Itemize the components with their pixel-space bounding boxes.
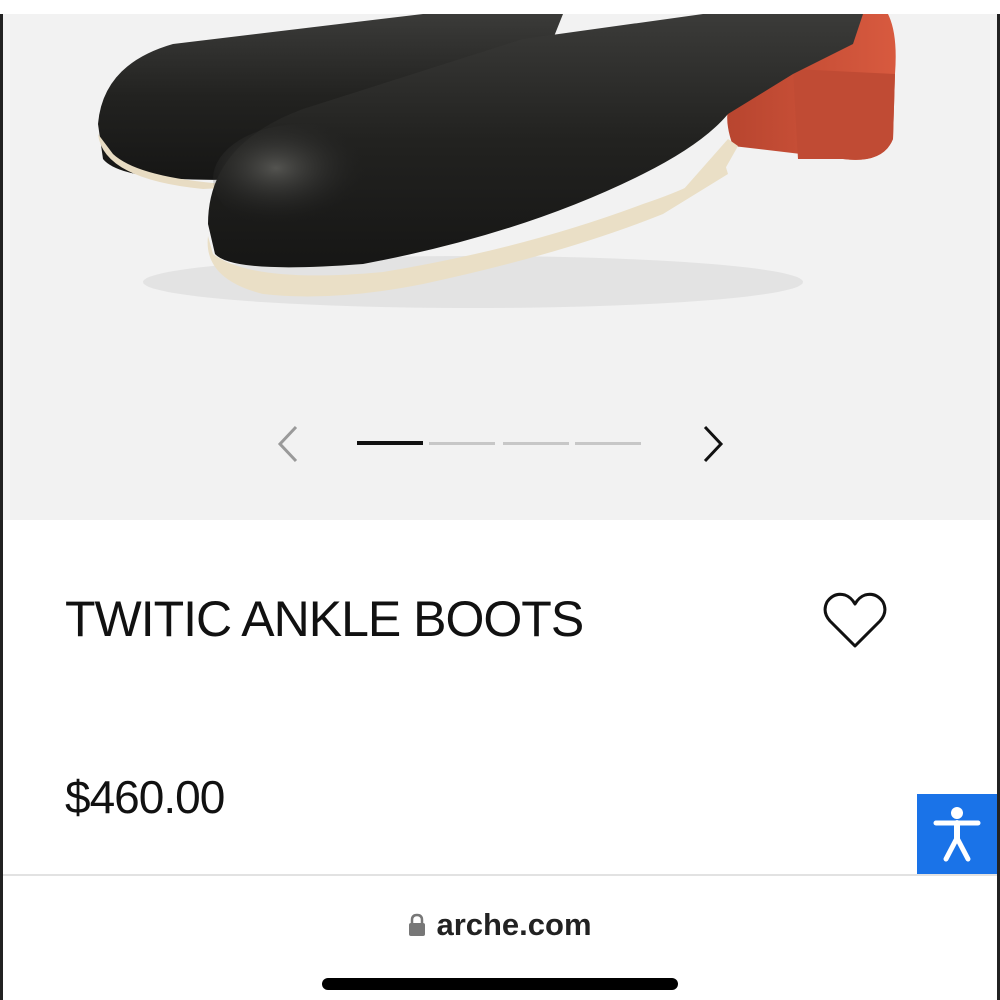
url-domain: arche.com [436, 907, 592, 942]
accessibility-icon[interactable] [917, 794, 997, 874]
gallery-pager [3, 414, 997, 474]
product-price: $460.00 [65, 771, 225, 823]
slide-indicators [357, 441, 647, 446]
slide-indicator-1[interactable] [357, 441, 423, 445]
top-strip [0, 0, 1000, 14]
browser-address-bar[interactable]: arche.com [0, 900, 1000, 950]
product-title: TWITIC ANKLE BOOTS [65, 591, 584, 647]
product-gallery[interactable] [3, 14, 997, 520]
chevron-left-icon[interactable] [268, 424, 308, 464]
chevron-right-icon[interactable] [693, 424, 733, 464]
home-indicator[interactable] [322, 978, 678, 990]
slide-indicator-2[interactable] [429, 442, 495, 445]
divider [3, 874, 997, 876]
slide-indicator-3[interactable] [503, 442, 569, 445]
slide-indicator-4[interactable] [575, 442, 641, 445]
heart-icon[interactable] [822, 590, 888, 652]
lock-icon [409, 913, 426, 936]
